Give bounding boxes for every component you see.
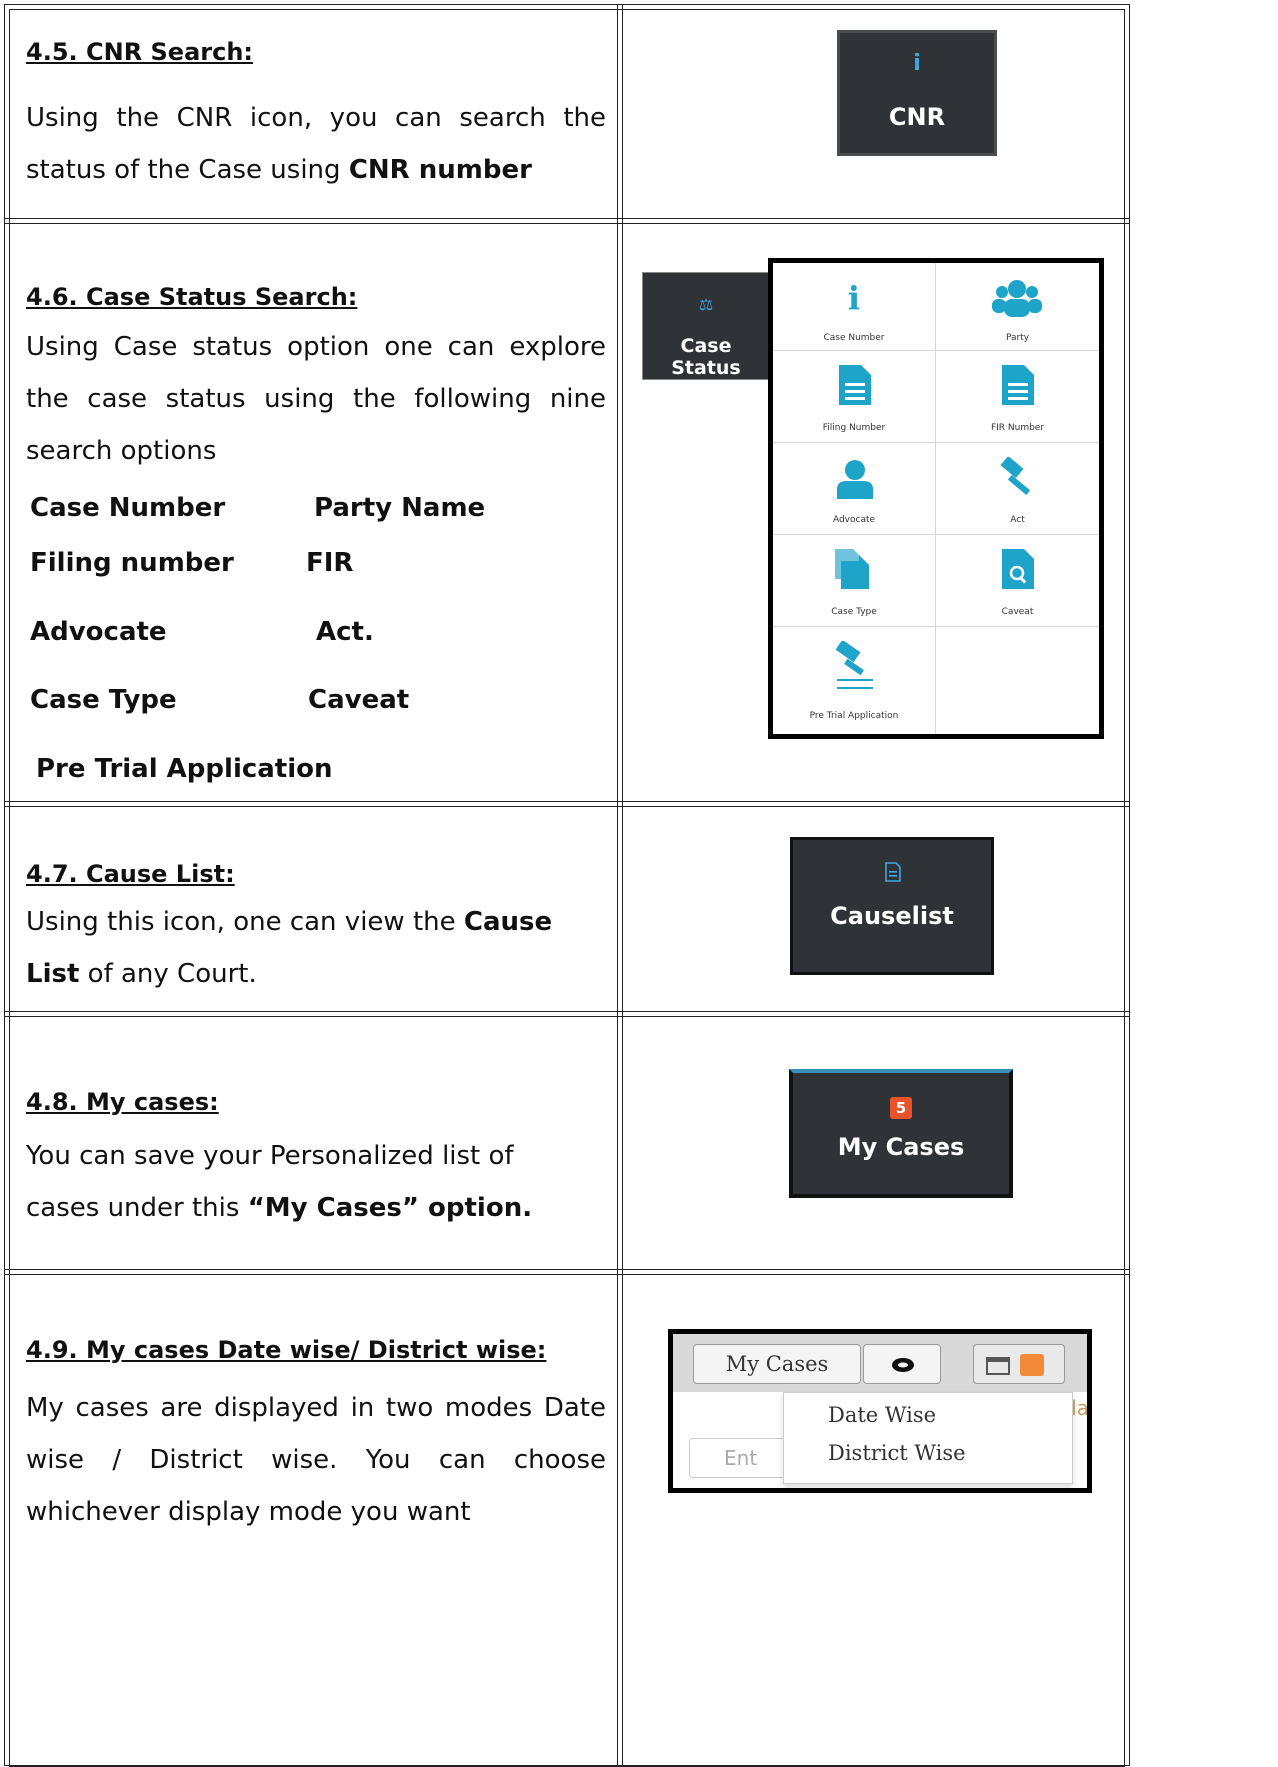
fir-document-icon — [1002, 365, 1034, 405]
case-type-icon — [835, 549, 869, 589]
dropdown-item-district-wise[interactable]: District Wise — [828, 1441, 966, 1465]
advocate-icon — [837, 460, 873, 499]
eye-button[interactable] — [863, 1344, 941, 1384]
option-label: Act. — [316, 617, 374, 647]
grid-cell-case-number: i Case Number — [773, 263, 936, 351]
option-label: Party Name — [314, 493, 486, 523]
info-icon: i — [847, 279, 861, 317]
search-document-icon — [1002, 549, 1034, 589]
option-label: Case Number — [30, 493, 226, 523]
dropdown-item-date-wise[interactable]: Date Wise — [828, 1403, 936, 1427]
section-heading: 4.6. Case Status Search: — [26, 283, 358, 311]
grid-cell-party: Party — [936, 263, 1099, 351]
section-heading: 4.9. My cases Date wise/ District wise: — [26, 1336, 547, 1364]
my-cases-mode-screenshot: My Cases la Ent Date Wise District Wise — [668, 1329, 1092, 1493]
calendar-badge — [1020, 1354, 1044, 1376]
document-icon — [885, 862, 901, 882]
case-status-options-grid: i Case Number Party Filing Number FIR Nu… — [768, 258, 1104, 739]
option-label: Caveat — [308, 685, 410, 715]
row-divider — [4, 1274, 1130, 1275]
cnr-label: CNR — [888, 103, 946, 131]
truncated-text: la — [1071, 1396, 1089, 1420]
grid-cell-fir-number: FIR Number — [936, 351, 1099, 443]
section-text: My cases are displayed in two modes Date… — [26, 1393, 606, 1527]
option-label: Filing number — [30, 548, 234, 578]
column-divider — [622, 4, 623, 1767]
case-status-button-image: ⚖ Case Status — [642, 272, 770, 380]
cnr-button-image: i CNR — [837, 30, 997, 156]
pre-trial-icon — [835, 641, 873, 689]
grid-cell-caveat: Caveat — [936, 535, 1099, 627]
grid-cell-pre-trial: Pre Trial Application — [773, 627, 936, 734]
eye-icon — [892, 1358, 914, 1372]
section-heading: 4.7. Cause List: — [26, 860, 235, 888]
section-heading: 4.8. My cases: — [26, 1088, 219, 1116]
section-heading: 4.5. CNR Search: — [26, 38, 254, 66]
row-divider — [4, 223, 1130, 224]
causelist-button-image: Causelist — [790, 837, 994, 975]
section-text: Using the CNR icon, you can search the s… — [26, 103, 606, 185]
row-divider — [4, 806, 1130, 807]
grid-cell-case-type: Case Type — [773, 535, 936, 627]
section-my-cases-mode: 4.9. My cases Date wise/ District wise: … — [26, 1336, 606, 1538]
info-icon: i — [913, 51, 921, 76]
scales-icon: ⚖ — [698, 295, 714, 314]
row-divider — [4, 1011, 1130, 1012]
grid-cell-filing-number: Filing Number — [773, 351, 936, 443]
column-divider — [617, 4, 618, 1767]
calendar-icon — [986, 1357, 1010, 1375]
section-text: Using Case status option one can explore… — [26, 332, 606, 466]
section-text: Using this icon, one can view the Cause L… — [26, 907, 553, 989]
badge-count: 5 — [890, 1097, 912, 1119]
mode-dropdown: Date Wise District Wise — [783, 1392, 1073, 1484]
my-cases-button-image: 5 My Cases — [789, 1069, 1013, 1198]
document-icon — [839, 365, 871, 405]
row-divider — [4, 218, 1130, 219]
option-label: Advocate — [30, 617, 167, 647]
section-cnr: 4.5. CNR Search: Using the CNR icon, you… — [26, 38, 606, 196]
case-status-label: Case Status — [671, 335, 741, 379]
people-icon — [992, 280, 1042, 317]
calendar-button[interactable] — [973, 1344, 1065, 1384]
section-case-status: 4.6. Case Status Search: Using Case stat… — [26, 283, 606, 477]
tab-my-cases[interactable]: My Cases — [693, 1344, 861, 1384]
gavel-icon — [1000, 457, 1031, 496]
section-cause-list: 4.7. Cause List: Using this icon, one ca… — [26, 860, 606, 1000]
option-label: Pre Trial Application — [36, 754, 333, 784]
option-label: Case Type — [30, 685, 177, 715]
my-cases-label: My Cases — [837, 1133, 965, 1161]
grid-cell-act: Act — [936, 443, 1099, 535]
grid-cell-advocate: Advocate — [773, 443, 936, 535]
row-divider — [4, 1016, 1130, 1017]
option-label: FIR — [306, 548, 354, 578]
section-text: You can save your Personalized list of ca… — [26, 1141, 533, 1223]
section-my-cases: 4.8. My cases: You can save your Persona… — [26, 1088, 606, 1234]
row-divider — [4, 801, 1130, 802]
row-divider — [4, 1269, 1130, 1270]
causelist-label: Causelist — [830, 902, 954, 930]
